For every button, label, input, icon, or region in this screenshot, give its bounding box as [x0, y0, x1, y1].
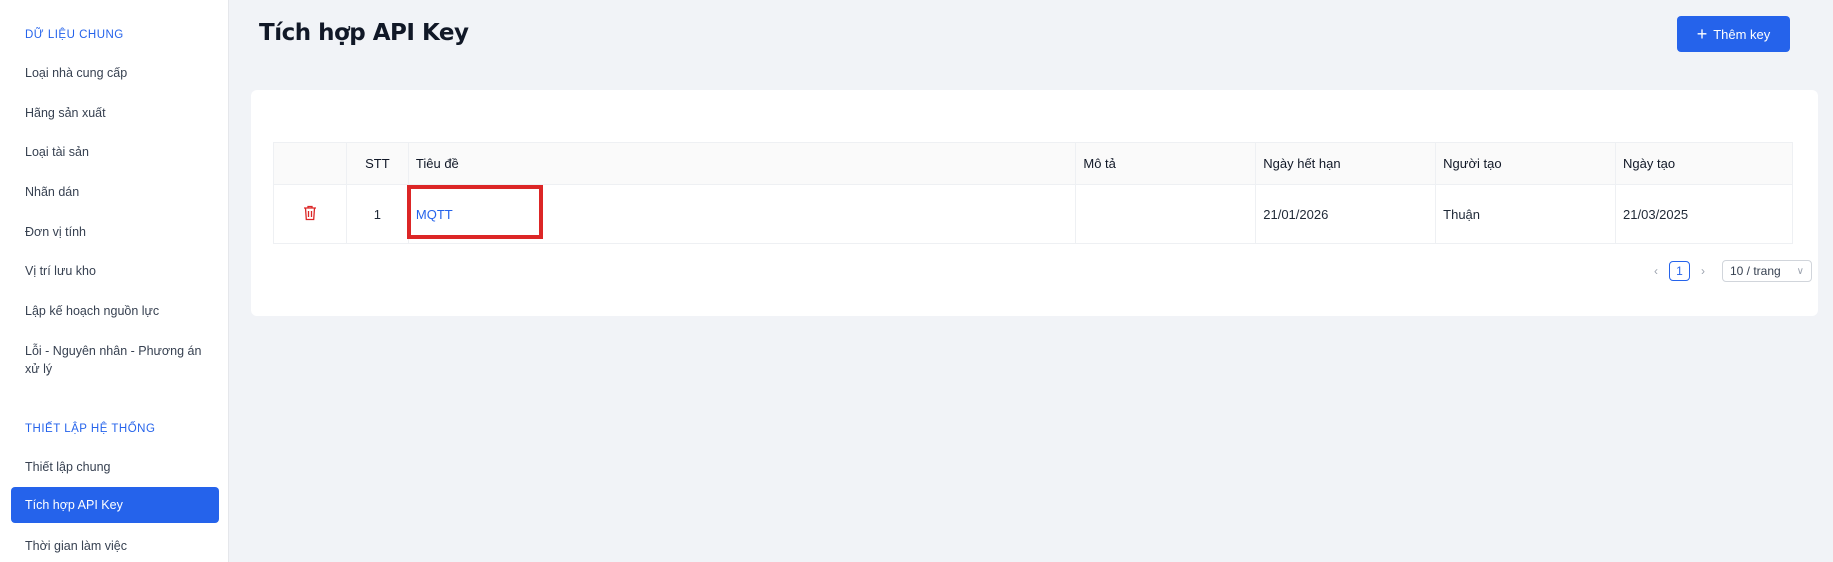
sidebar-item-api-key[interactable]: Tích hợp API Key [11, 487, 219, 523]
sidebar-item-supplier-type[interactable]: Loại nhà cung cấp [25, 64, 205, 82]
chevron-down-icon: ∨ [1796, 265, 1804, 277]
api-key-table: STT Tiêu đề Mô tả Ngày hết hạn Người tạo… [273, 142, 1793, 244]
sidebar-section-general: DỮ LIỆU CHUNG [25, 29, 124, 41]
sidebar-item-working-hours[interactable]: Thời gian làm việc [25, 537, 205, 555]
table-row: 1 MQTT 21/01/2026 Thuận 21/03/2025 [273, 184, 1793, 244]
app-root: DỮ LIỆU CHUNG Loại nhà cung cấp Hãng sản… [0, 0, 1833, 562]
prev-page-icon[interactable]: ‹ [1649, 264, 1663, 278]
column-header-actions [273, 142, 347, 185]
cell-title: MQTT [408, 184, 1077, 244]
column-header-title[interactable]: Tiêu đề [408, 142, 1077, 185]
sidebar-item-unit[interactable]: Đơn vị tính [25, 223, 205, 241]
trash-icon[interactable] [303, 205, 317, 221]
table-header-row: STT Tiêu đề Mô tả Ngày hết hạn Người tạo… [273, 142, 1793, 185]
sidebar-section-system: THIẾT LẬP HỆ THỐNG [25, 423, 156, 435]
column-header-description[interactable]: Mô tả [1075, 142, 1257, 185]
add-key-button[interactable]: + Thêm key [1677, 16, 1790, 52]
sidebar-item-asset-type[interactable]: Loại tài sản [25, 143, 205, 161]
plus-icon: + [1696, 24, 1708, 44]
cell-expiry: 21/01/2026 [1255, 184, 1437, 244]
cell-description [1075, 184, 1257, 244]
pagination: ‹ 1 › 10 / trang ∨ [1649, 260, 1812, 282]
cell-stt: 1 [346, 184, 409, 244]
column-header-expiry[interactable]: Ngày hết hạn [1255, 142, 1437, 185]
column-header-creator[interactable]: Người tạo [1435, 142, 1617, 185]
cell-creator: Thuận [1435, 184, 1617, 244]
column-header-stt: STT [346, 142, 409, 185]
page-title: Tích hợp API Key [259, 20, 469, 46]
title-link[interactable]: MQTT [416, 207, 453, 222]
sidebar-item-labels[interactable]: Nhãn dán [25, 183, 205, 201]
page-size-select[interactable]: 10 / trang ∨ [1722, 260, 1812, 282]
sidebar-item-error-cause-solution[interactable]: Lỗi - Nguyên nhân - Phương án xử lý [25, 342, 205, 378]
sidebar-item-manufacturer[interactable]: Hãng sản xuất [25, 104, 205, 122]
cell-created: 21/03/2025 [1615, 184, 1793, 244]
next-page-icon[interactable]: › [1696, 264, 1710, 278]
sidebar-item-storage-location[interactable]: Vị trí lưu kho [25, 262, 205, 280]
main-content: Tích hợp API Key + Thêm key STT Tiêu đề … [229, 0, 1833, 562]
sidebar: DỮ LIỆU CHUNG Loại nhà cung cấp Hãng sản… [0, 0, 229, 562]
page-size-value: 10 / trang [1730, 264, 1781, 278]
page-number-current[interactable]: 1 [1669, 261, 1690, 281]
sidebar-item-general-settings[interactable]: Thiết lập chung [25, 458, 205, 476]
delete-cell [273, 184, 347, 244]
sidebar-item-resource-planning[interactable]: Lập kế hoạch nguồn lực [25, 302, 205, 320]
column-header-created[interactable]: Ngày tạo [1615, 142, 1793, 185]
add-key-label: Thêm key [1713, 26, 1771, 42]
